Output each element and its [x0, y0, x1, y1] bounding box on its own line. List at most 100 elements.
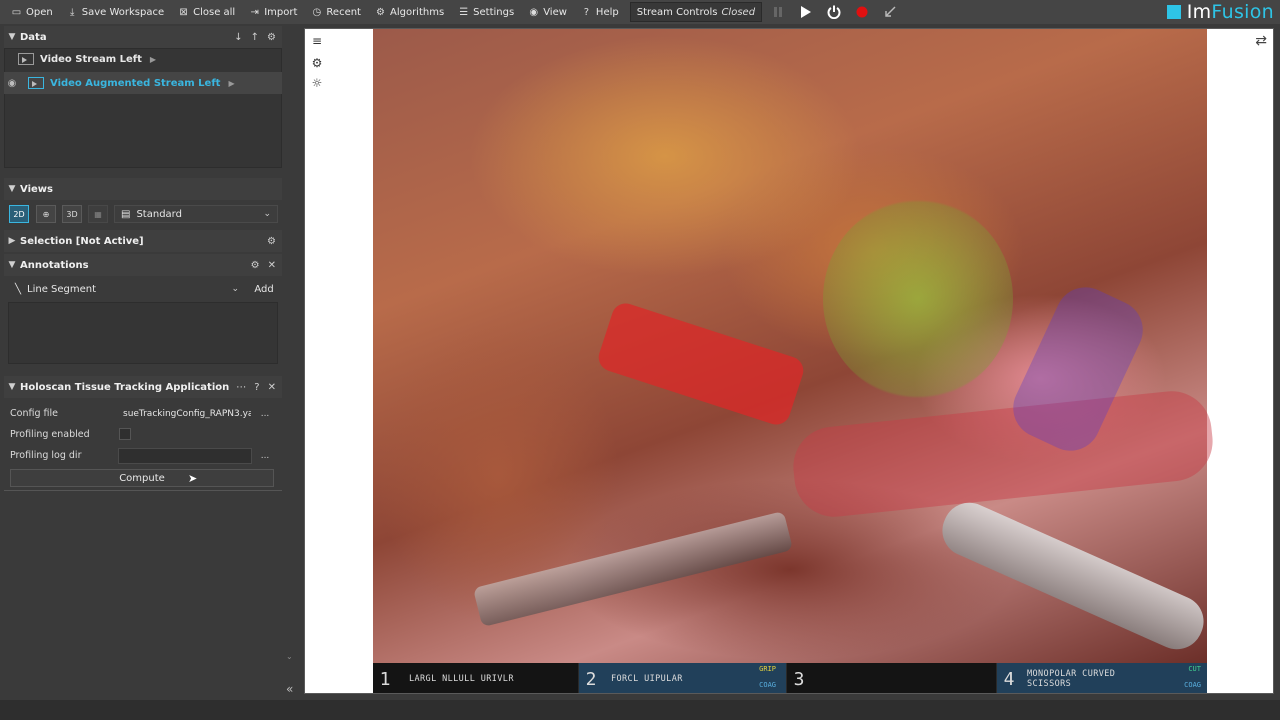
- config-file-label: Config file: [10, 408, 58, 419]
- close-icon[interactable]: ✕: [268, 382, 276, 393]
- view-2d-button[interactable]: 2D: [9, 205, 29, 223]
- vessel-overlay: [789, 387, 1217, 521]
- compute-button[interactable]: Compute: [10, 469, 274, 487]
- panel-divider: [4, 490, 282, 491]
- save-workspace-label: Save Workspace: [81, 6, 165, 18]
- play-button[interactable]: [794, 2, 818, 22]
- profiling-enabled-label: Profiling enabled: [10, 429, 90, 440]
- view-all-button[interactable]: ▦: [88, 205, 108, 223]
- layout-icon: ▤: [121, 208, 131, 220]
- help-label: Help: [595, 6, 619, 18]
- selection-section-header[interactable]: ▶ Selection [Not Active] ⚙: [4, 230, 282, 252]
- hud-coag-tag: COAG: [759, 681, 776, 689]
- video-icon: [18, 53, 34, 65]
- main-toolbar: ▭ Open ⤓ Save Workspace ⊠ Close all ⇥ Im…: [0, 0, 1280, 24]
- views-section-header[interactable]: ▼ Views: [4, 178, 282, 200]
- gear-icon[interactable]: ⚙: [267, 236, 276, 247]
- swap-arrows-icon[interactable]: ⇄: [1255, 33, 1267, 49]
- annotations-list: [8, 302, 278, 364]
- view-layout-select[interactable]: ▤ Standard ⌄: [114, 205, 278, 223]
- expand-arrow-icon[interactable]: ▶: [228, 79, 234, 88]
- pause-button[interactable]: [766, 2, 790, 22]
- help-button[interactable]: ? Help: [574, 1, 626, 23]
- close-icon[interactable]: ✕: [268, 260, 276, 271]
- views-section-title: Views: [20, 183, 53, 195]
- collapse-arrow-icon[interactable]: ▼: [4, 382, 20, 392]
- expand-arrow-icon[interactable]: ▶: [4, 236, 20, 246]
- close-all-button[interactable]: ⊠ Close all: [171, 1, 242, 23]
- hud-arm-number: 4: [1003, 668, 1015, 690]
- add-annotation-button[interactable]: Add: [250, 280, 278, 298]
- menu-icon[interactable]: ≡: [309, 33, 325, 49]
- view-3d-label: 3D: [66, 209, 78, 219]
- annotations-section-title: Annotations: [20, 259, 89, 271]
- import-button[interactable]: ⇥ Import: [242, 1, 304, 23]
- log-dir-browse-button[interactable]: ...: [256, 448, 274, 464]
- stream-controls-label: Stream Controls: [636, 6, 718, 18]
- history-icon: ◷: [312, 6, 322, 18]
- folder-open-icon: ▭: [11, 6, 22, 18]
- stream-controls[interactable]: Stream Controls Closed: [629, 2, 763, 22]
- line-segment-icon: ╲: [15, 283, 22, 295]
- collapse-panel-icon[interactable]: «: [286, 682, 300, 696]
- visibility-eye-icon[interactable]: ◉: [4, 78, 20, 89]
- algorithm-section-title: Holoscan Tissue Tracking Application: [20, 381, 230, 393]
- data-section-header[interactable]: ▼ Data ↓ ↑ ⚙: [4, 26, 282, 48]
- data-item-video-augmented-stream-left[interactable]: ◉ Video Augmented Stream Left ▶: [4, 72, 282, 94]
- power-button[interactable]: [822, 2, 846, 22]
- annotation-type-select[interactable]: ╲ Line Segment ⌄: [8, 280, 246, 298]
- open-button[interactable]: ▭ Open: [4, 1, 60, 23]
- undock-button[interactable]: [878, 2, 902, 22]
- hud-arm-3: 3: [787, 663, 997, 693]
- power-icon: [827, 5, 841, 19]
- recent-label: Recent: [326, 6, 361, 18]
- log-dir-browse-label: ...: [260, 451, 270, 461]
- download-icon: ⤓: [70, 6, 75, 18]
- move-up-icon[interactable]: ↑: [251, 32, 259, 43]
- scroll-down-icon[interactable]: ⌄: [286, 652, 294, 661]
- config-browse-button[interactable]: ...: [256, 406, 274, 422]
- move-down-icon[interactable]: ↓: [234, 32, 242, 43]
- surgical-instrument-left: [472, 510, 794, 628]
- save-workspace-button[interactable]: ⤓ Save Workspace: [60, 1, 171, 23]
- profiling-enabled-checkbox[interactable]: [119, 428, 131, 440]
- play-icon: [801, 6, 812, 18]
- algorithms-button[interactable]: ⚙ Algorithms: [368, 1, 451, 23]
- view-3d-button[interactable]: 3D: [62, 205, 82, 223]
- settings-button[interactable]: ☰ Settings: [451, 1, 521, 23]
- open-label: Open: [26, 6, 53, 18]
- algorithm-section-header[interactable]: ▼ Holoscan Tissue Tracking Application ⋯…: [4, 376, 282, 398]
- help-icon[interactable]: ?: [254, 382, 259, 393]
- data-item-label: Video Augmented Stream Left: [50, 77, 221, 89]
- more-icon[interactable]: ⋯: [236, 382, 246, 393]
- recent-button[interactable]: ◷ Recent: [304, 1, 368, 23]
- hud-arm-2: 2 FORCL UIPULAR GRIP COAG: [579, 663, 787, 693]
- expand-arrow-icon[interactable]: ▶: [150, 55, 156, 64]
- hud-grip-tag: GRIP: [759, 665, 776, 673]
- settings-label: Settings: [473, 6, 515, 18]
- record-button[interactable]: [850, 2, 874, 22]
- annotations-section-header[interactable]: ▼ Annotations ⚙ ✕: [4, 254, 282, 276]
- gear-icon[interactable]: ⚙: [267, 32, 276, 43]
- collapse-arrow-icon[interactable]: ▼: [4, 184, 20, 194]
- view-button[interactable]: ◉ View: [521, 1, 574, 23]
- layout-grid-icon: ▦: [94, 209, 102, 219]
- profiling-log-dir-label: Profiling log dir: [10, 450, 82, 461]
- collapse-arrow-icon[interactable]: ▼: [4, 32, 20, 42]
- pause-icon: [774, 7, 783, 17]
- imfusion-logo: ImFusion: [1166, 1, 1274, 23]
- chevron-down-icon: ⌄: [263, 209, 271, 219]
- render-viewport[interactable]: ≡ ⚙ ☼ ⇄ 1 LARGL NLLULL URIVLR 2 FORCL UI…: [304, 28, 1274, 694]
- data-item-video-stream-left[interactable]: Video Stream Left ▶: [4, 48, 282, 70]
- arrow-down-left-icon: [885, 6, 896, 17]
- view-mpr-button[interactable]: ⊕: [36, 205, 56, 223]
- brightness-icon[interactable]: ☼: [309, 75, 325, 91]
- collapse-arrow-icon[interactable]: ▼: [4, 260, 20, 270]
- config-file-field[interactable]: sueTrackingConfig_RAPN3.yaml: [118, 406, 252, 422]
- gear-icon[interactable]: ⚙: [251, 260, 260, 271]
- settings-gear-icon[interactable]: ⚙: [309, 55, 325, 71]
- status-bar: [0, 700, 1280, 720]
- data-item-label: Video Stream Left: [40, 53, 142, 65]
- panel-splitter[interactable]: ⌄ «: [286, 24, 304, 700]
- profiling-log-dir-field[interactable]: [118, 448, 252, 464]
